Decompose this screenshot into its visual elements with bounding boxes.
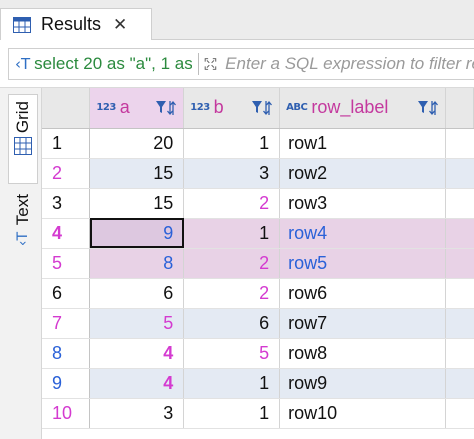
row-number[interactable]: 1 [42, 128, 91, 159]
tab-results-label: Results [41, 14, 102, 34]
row-number[interactable]: 2 [42, 158, 91, 189]
table-row: 6 6 2 row6 [42, 278, 474, 309]
column-name: b [213, 97, 224, 118]
tab-grid[interactable]: Grid [8, 94, 38, 184]
cell-a[interactable]: 20 [89, 128, 185, 159]
cell-row-label[interactable]: row2 [279, 158, 447, 189]
column-name: row_label [311, 97, 389, 118]
cell-b[interactable]: 5 [183, 338, 281, 369]
row-spacer [445, 248, 474, 279]
cell-row-label[interactable]: row7 [279, 308, 447, 339]
row-spacer [445, 308, 474, 339]
cell-a-focused[interactable]: 9 [89, 218, 185, 249]
cell-b[interactable]: 2 [183, 188, 281, 219]
cell-a[interactable]: 4 [89, 368, 185, 399]
row-number[interactable]: 4 [42, 218, 91, 249]
number-type-icon: 123 [190, 102, 210, 114]
row-spacer [445, 278, 474, 309]
sql-text-icon: ‹T [15, 55, 31, 73]
tab-text-label: Text [13, 194, 32, 226]
cell-b[interactable]: 1 [183, 398, 281, 429]
cell-b[interactable]: 3 [183, 158, 281, 189]
header-row: 123 a 123 b ABC row_label [42, 88, 474, 129]
row-number[interactable]: 10 [42, 398, 91, 429]
row-number[interactable]: 3 [42, 188, 91, 219]
row-number[interactable]: 5 [42, 248, 91, 279]
tab-grid-label: Grid [13, 101, 32, 134]
cell-a[interactable]: 8 [89, 248, 185, 279]
cell-row-label[interactable]: row1 [279, 128, 447, 159]
filter-placeholder: Enter a SQL expression to filter results… [225, 54, 474, 73]
row-number[interactable]: 6 [42, 278, 91, 309]
cell-b[interactable]: 1 [183, 368, 281, 399]
cell-b[interactable]: 2 [183, 278, 281, 309]
cell-b[interactable]: 1 [183, 128, 281, 159]
cell-a[interactable]: 15 [89, 158, 185, 189]
expand-icon[interactable] [204, 53, 217, 75]
close-icon[interactable]: ✕ [113, 15, 127, 35]
row-spacer [445, 188, 474, 219]
row-spacer [445, 158, 474, 189]
table-icon [13, 16, 31, 33]
cell-row-label[interactable]: row3 [279, 188, 447, 219]
tab-results[interactable]: Results ✕ [0, 8, 152, 40]
cell-a[interactable]: 5 [89, 308, 185, 339]
results-grid: 123 a 123 b ABC row_label 1 20 1 row1 2 … [42, 88, 474, 439]
table-row: 1 20 1 row1 [42, 128, 474, 159]
cell-a[interactable]: 6 [89, 278, 185, 309]
filter-input[interactable]: ‹T select 20 as "a", 1 as "b", Enter a S… [8, 48, 474, 80]
table-row: 10 3 1 row10 [42, 398, 474, 429]
cell-b[interactable]: 1 [183, 218, 281, 249]
results-tab-bar: Results ✕ [0, 0, 474, 40]
table-row: 2 15 3 row2 [42, 158, 474, 189]
row-spacer [445, 368, 474, 399]
tab-text[interactable]: Text ‹T [8, 188, 38, 268]
table-row-selected: 5 8 2 row5 [42, 248, 474, 279]
cell-row-label[interactable]: row6 [279, 278, 447, 309]
cell-a[interactable]: 4 [89, 338, 185, 369]
row-number[interactable]: 8 [42, 338, 91, 369]
text-icon: ‹T [15, 232, 31, 247]
filter-bar: ‹T select 20 as "a", 1 as "b", Enter a S… [0, 40, 474, 88]
cell-row-label[interactable]: row4 [279, 218, 447, 249]
grid-icon [14, 137, 32, 156]
table-row: 3 15 2 row3 [42, 188, 474, 219]
cell-a[interactable]: 15 [89, 188, 185, 219]
filter-sort-icon[interactable] [417, 98, 439, 118]
filter-sort-icon[interactable] [155, 98, 177, 118]
table-row: 7 5 6 row7 [42, 308, 474, 339]
view-mode-sidebar: Grid Text ‹T [0, 88, 42, 439]
column-header-b[interactable]: 123 b [183, 88, 281, 129]
filter-divider [197, 53, 199, 75]
cell-a[interactable]: 3 [89, 398, 185, 429]
table-row: 8 4 5 row8 [42, 338, 474, 369]
text-type-icon: ABC [286, 102, 308, 114]
header-spacer [445, 88, 474, 129]
table-row-selected: 4 9 1 row4 [42, 218, 474, 249]
cell-b[interactable]: 6 [183, 308, 281, 339]
cell-row-label[interactable]: row10 [279, 398, 447, 429]
row-spacer [445, 398, 474, 429]
filter-query-text[interactable]: select 20 as "a", 1 as "b", [34, 54, 191, 74]
row-spacer [445, 338, 474, 369]
filter-sort-icon[interactable] [251, 98, 273, 118]
results-table: 123 a 123 b ABC row_label 1 20 1 row1 2 … [42, 88, 474, 429]
row-number[interactable]: 7 [42, 308, 91, 339]
row-spacer [445, 218, 474, 249]
number-type-icon: 123 [96, 102, 116, 114]
column-name: a [119, 97, 130, 118]
cell-row-label[interactable]: row5 [279, 248, 447, 279]
cell-b[interactable]: 2 [183, 248, 281, 279]
corner-cell[interactable] [42, 88, 91, 129]
column-header-a[interactable]: 123 a [89, 88, 185, 129]
row-number[interactable]: 9 [42, 368, 91, 399]
column-header-row-label[interactable]: ABC row_label [279, 88, 447, 129]
cell-row-label[interactable]: row9 [279, 368, 447, 399]
cell-row-label[interactable]: row8 [279, 338, 447, 369]
table-row: 9 4 1 row9 [42, 368, 474, 399]
row-spacer [445, 128, 474, 159]
